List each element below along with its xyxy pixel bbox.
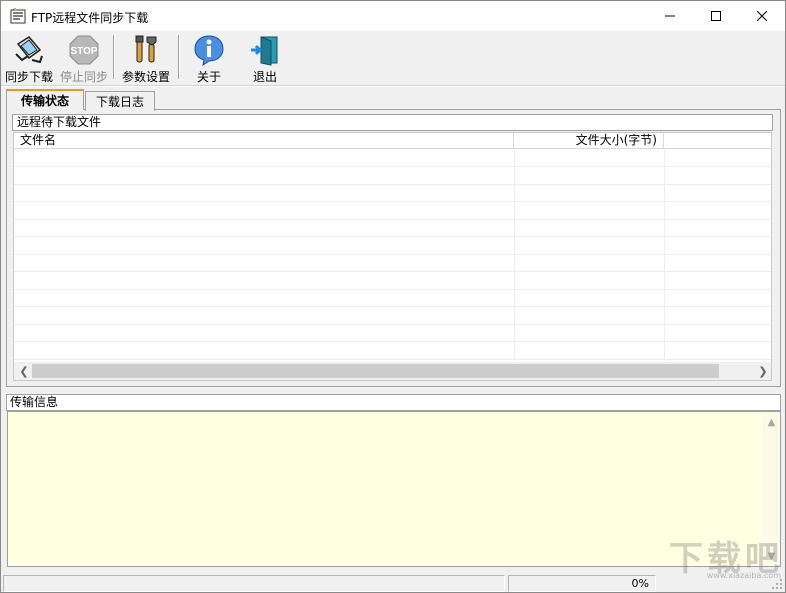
app-window: FTP远程文件同步下载 同步下载 STOP 停止同步 参数设置 关于 退出 传输…: [0, 0, 786, 593]
tab-download-log[interactable]: 下载日志: [85, 91, 155, 111]
table-row[interactable]: [14, 238, 771, 255]
title-bar[interactable]: FTP远程文件同步下载: [1, 1, 785, 31]
settings-button[interactable]: 参数设置: [119, 33, 173, 85]
about-button[interactable]: 关于: [191, 33, 227, 85]
about-label: 关于: [196, 70, 221, 84]
close-button[interactable]: [739, 1, 785, 31]
settings-label: 参数设置: [121, 70, 170, 84]
column-header-empty: [664, 133, 771, 149]
horizontal-scrollbar[interactable]: ❮ ❯: [14, 362, 771, 380]
scroll-up-icon[interactable]: ▲: [763, 414, 780, 431]
svg-text:STOP: STOP: [70, 46, 97, 57]
table-row[interactable]: [14, 308, 771, 325]
table-row[interactable]: [14, 343, 771, 360]
tab-transfer-status[interactable]: 传输状态: [6, 89, 84, 110]
scroll-left-icon[interactable]: ❮: [16, 364, 32, 378]
stop-sync-label: 停止同步: [59, 70, 108, 84]
watermark-logo: 下载吧 www.xiazaiba.com: [649, 531, 783, 580]
watermark-url: www.xiazaiba.com: [706, 571, 781, 580]
sync-download-label: 同步下载: [4, 70, 53, 84]
progress-text: 0%: [508, 575, 656, 592]
column-gridline: [514, 150, 515, 361]
table-row[interactable]: [14, 220, 771, 237]
list-rows: [14, 150, 771, 361]
toolbar-divider: [1, 85, 785, 87]
toolbar: 同步下载 STOP 停止同步 参数设置 关于 退出: [1, 31, 785, 85]
maximize-icon: [711, 11, 721, 21]
stop-sign-icon: STOP: [66, 33, 102, 67]
table-row[interactable]: [14, 203, 771, 220]
scrollbar-thumb[interactable]: [32, 364, 719, 378]
toolbar-separator: [178, 35, 180, 79]
maximize-button[interactable]: [693, 1, 739, 31]
scroll-right-icon[interactable]: ❯: [755, 364, 771, 378]
info-icon: [191, 33, 227, 67]
list-header: 文件名 文件大小(字节): [14, 133, 771, 149]
sync-download-icon: [11, 33, 47, 67]
remote-files-list[interactable]: 文件名 文件大小(字节) ❮ ❯: [13, 132, 772, 381]
table-row[interactable]: [14, 273, 771, 290]
exit-label: 退出: [252, 70, 277, 84]
table-row[interactable]: [14, 290, 771, 307]
window-title: FTP远程文件同步下载: [31, 11, 149, 25]
toolbar-separator: [113, 35, 115, 79]
stop-sync-button[interactable]: STOP 停止同步: [59, 33, 109, 85]
column-header-filesize[interactable]: 文件大小(字节): [514, 133, 664, 149]
status-message: [3, 575, 505, 592]
tools-icon: [128, 33, 164, 67]
table-row[interactable]: [14, 168, 771, 185]
sync-download-button[interactable]: 同步下载: [4, 33, 54, 85]
minimize-icon: [665, 15, 675, 17]
table-row[interactable]: [14, 150, 771, 167]
table-row[interactable]: [14, 325, 771, 342]
transfer-info-caption: 传输信息: [6, 394, 781, 411]
minimize-button[interactable]: [647, 1, 693, 31]
app-icon: [9, 7, 27, 25]
column-gridline: [664, 150, 665, 361]
table-row[interactable]: [14, 255, 771, 272]
close-icon: [757, 11, 767, 21]
column-header-filename[interactable]: 文件名: [14, 133, 514, 149]
remote-files-caption: 远程待下载文件: [12, 114, 773, 131]
table-row[interactable]: [14, 185, 771, 202]
exit-door-icon: [247, 33, 283, 67]
exit-button[interactable]: 退出: [246, 33, 284, 85]
